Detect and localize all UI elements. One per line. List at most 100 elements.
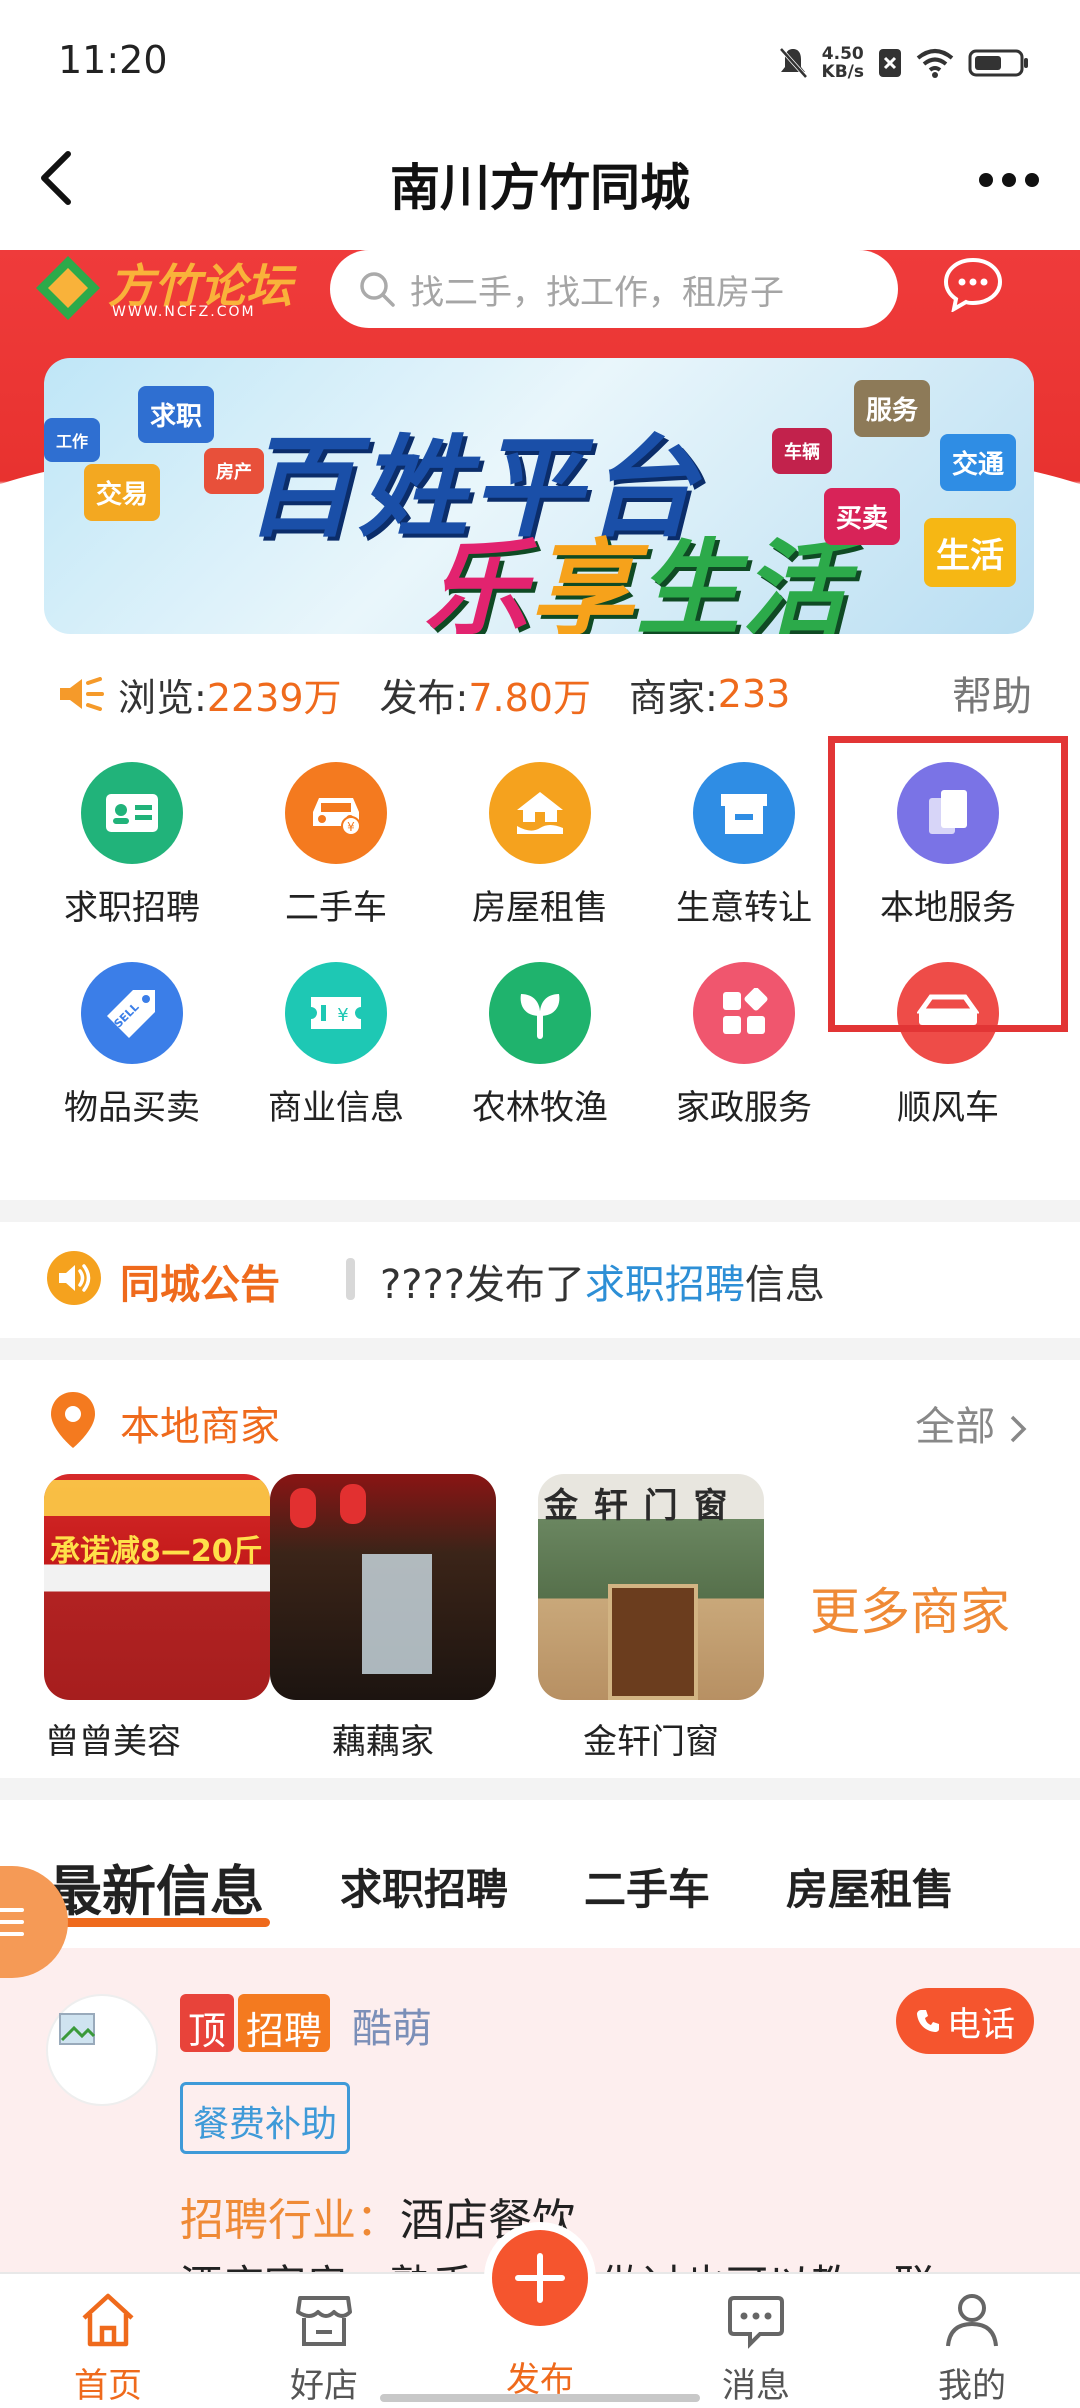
message-icon [728, 2296, 784, 2349]
promo-tag: 买卖 [824, 488, 901, 545]
merchant-card-beauty[interactable]: 承诺减8—20斤 [44, 1474, 270, 1700]
broken-image-icon [59, 2013, 96, 2045]
wifi-icon [916, 49, 954, 78]
lantern-decoration [340, 1484, 366, 1524]
promo-tag: 生活 [924, 518, 1016, 587]
category-label: 顺风车 [897, 1088, 999, 1128]
notice-link[interactable]: 求职招聘 [585, 1262, 745, 1308]
speaker-icon [60, 677, 104, 711]
category-label: 生意转让 [676, 888, 812, 928]
section-divider [0, 1778, 1080, 1800]
search-icon [360, 272, 395, 307]
sim-blocked-icon [879, 49, 901, 77]
merchants-all-link[interactable]: 全部 [915, 1394, 1028, 1452]
status-time: 11:20 [58, 38, 168, 82]
promo-banner[interactable]: 百姓平台 乐享生活 求职 交易 房产 服务 交通 买卖 生活 车辆 工作 [44, 358, 1034, 634]
store-icon [296, 2296, 352, 2346]
category-label: 房屋租售 [472, 888, 608, 928]
active-tab-indicator [48, 1918, 270, 1927]
posts-value: 7.80万 [468, 675, 591, 720]
category-business-transfer[interactable]: 生意转让 [642, 762, 846, 929]
category-housekeeping[interactable]: 家政服务 [642, 962, 846, 1129]
user-icon [946, 2294, 998, 2347]
merchant-photo-strip [44, 1480, 270, 1516]
merchant-card-restaurant[interactable] [270, 1474, 496, 1700]
svg-text:¥: ¥ [347, 820, 355, 834]
avatar[interactable] [46, 1994, 158, 2106]
notice-message[interactable]: ????发布了求职招聘信息 [380, 1252, 825, 1310]
chevron-right-icon [1010, 1415, 1027, 1443]
more-options-icon[interactable] [978, 170, 1040, 190]
category-label: 求职招聘 [64, 888, 200, 928]
ticket-icon: ¥ [285, 962, 387, 1064]
help-link[interactable]: 帮助 [952, 664, 1032, 722]
net-speed-unit: KB/s [821, 62, 864, 82]
promo-char-3: 生活 [636, 528, 849, 634]
views-label: 浏览: [118, 675, 207, 720]
search-placeholder: 找二手，找工作，租房子 [410, 272, 784, 313]
search-input[interactable]: 找二手，找工作，租房子 [330, 250, 898, 328]
promo-tag: 工作 [44, 418, 101, 462]
category-label: 家政服务 [676, 1088, 812, 1128]
category-business-info[interactable]: ¥ 商业信息 [234, 962, 438, 1129]
promo-char-1: 乐 [424, 528, 531, 634]
publish-button[interactable] [484, 2222, 596, 2334]
tab-housing[interactable]: 房屋租售 [786, 1856, 954, 1917]
category-badge: 招聘 [238, 1994, 331, 2053]
merchants-title: 本地商家 [120, 1404, 280, 1450]
poster-name[interactable]: 酷萌 [352, 1996, 432, 2054]
nav-profile[interactable]: 我的 [892, 2290, 1052, 2407]
logo-subtitle: WWW.NCFZ.COM [112, 304, 256, 320]
promo-tag: 车辆 [772, 428, 832, 474]
tab-jobs[interactable]: 求职招聘 [340, 1856, 508, 1917]
svg-text:¥: ¥ [337, 1005, 348, 1026]
category-label: 二手车 [285, 888, 387, 928]
category-jobs[interactable]: 求职招聘 [30, 762, 234, 929]
mute-bell-icon [779, 47, 808, 79]
phone-icon [917, 2010, 939, 2032]
merchant-card-windows[interactable]: 金 轩 门 窗 [538, 1474, 764, 1700]
tab-latest[interactable]: 最新信息 [48, 1847, 264, 1926]
merchant-door [608, 1584, 698, 1700]
promo-tag: 服务 [854, 380, 931, 437]
nav-label: 我的 [938, 2366, 1006, 2406]
section-divider [0, 1200, 1080, 1222]
highlight-box [828, 736, 1068, 1032]
more-merchants-link[interactable]: 更多商家 [810, 1572, 1010, 1644]
shop-icon [693, 762, 795, 864]
lantern-decoration [290, 1488, 316, 1528]
tab-used-cars[interactable]: 二手车 [584, 1856, 710, 1917]
views-value: 2239万 [206, 675, 342, 720]
net-speed-value: 4.50 [821, 44, 864, 64]
promo-tag: 房产 [204, 448, 264, 494]
call-button[interactable]: 电话 [896, 1988, 1034, 2054]
category-housing[interactable]: 房屋租售 [438, 762, 642, 929]
merchant-window [362, 1554, 432, 1674]
nav-label: 首页 [74, 2366, 142, 2406]
all-link-label: 全部 [915, 1404, 996, 1450]
logo-mark-icon [36, 256, 100, 320]
promo-tag: 交易 [84, 464, 161, 521]
category-label: 物品买卖 [64, 1088, 200, 1128]
nav-stores[interactable]: 好店 [244, 2290, 404, 2407]
house-icon [489, 762, 591, 864]
category-agriculture[interactable]: 农林牧渔 [438, 962, 642, 1129]
notice-title: 同城公告 [120, 1262, 280, 1308]
nav-messages[interactable]: 消息 [676, 2290, 836, 2407]
home-icon [82, 2293, 134, 2347]
industry-label: 招聘行业： [180, 2195, 400, 2246]
top-badge: 顶 [180, 1994, 235, 2053]
chat-bubble-icon[interactable] [942, 256, 1004, 312]
nav-home[interactable]: 首页 [28, 2290, 188, 2407]
promo-tag: 交通 [940, 434, 1017, 491]
benefit-tag: 餐费补助 [180, 2082, 351, 2154]
category-buy-sell[interactable]: SELL 物品买卖 [30, 962, 234, 1129]
page-title: 南川方竹同城 [390, 159, 690, 217]
category-label: 农林牧渔 [472, 1088, 608, 1128]
category-used-cars[interactable]: ¥ 二手车 [234, 762, 438, 929]
menu-lines-icon [0, 1908, 24, 1936]
car-icon: ¥ [285, 762, 387, 864]
merchant-name: 金轩门窗 [583, 1722, 719, 1762]
category-label: 商业信息 [268, 1088, 404, 1128]
promo-tag: 求职 [138, 386, 215, 443]
